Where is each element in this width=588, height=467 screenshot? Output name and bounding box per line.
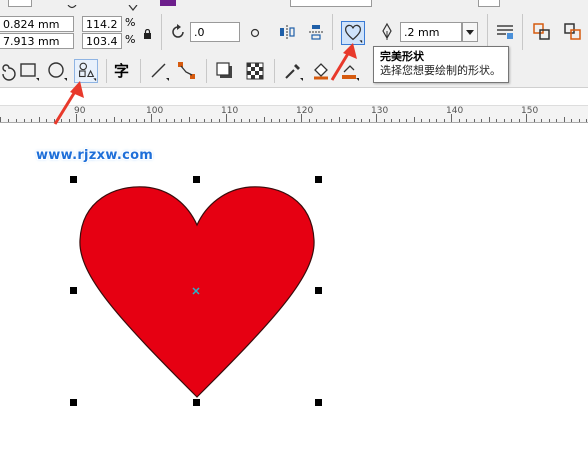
top-clipped-icon[interactable] (66, 0, 78, 9)
scale-x-field[interactable]: 114.2 (82, 16, 122, 32)
separator (161, 14, 162, 50)
scale-y-field[interactable]: 103.4 (82, 33, 122, 49)
ruler-label: 130 (371, 106, 389, 116)
pen-outline-icon (378, 22, 396, 42)
ruler-label: 140 (446, 106, 464, 116)
selection-handle-middle-left[interactable] (70, 287, 77, 294)
rotation-angle-field[interactable]: .0 (190, 22, 240, 42)
top-clipped-button[interactable] (478, 0, 500, 7)
watermark-text: www.rjzxw.com (36, 148, 154, 163)
rectangle-tool-button[interactable] (18, 60, 40, 82)
ruler-label: 110 (221, 106, 239, 116)
dimension-tool-button[interactable] (148, 60, 170, 82)
connector-tool-button[interactable] (176, 60, 198, 82)
wrap-paragraph-text-button[interactable] (494, 21, 516, 43)
scale-y-percent: % (125, 33, 136, 46)
tooltip-title: 完美形状 (380, 50, 424, 63)
rotate-icon (168, 22, 188, 42)
outline-width-dropdown[interactable] (462, 22, 478, 42)
selection-handle-top-left[interactable] (70, 176, 77, 183)
transparency-tool-button[interactable] (244, 60, 266, 82)
top-color-swatch[interactable] (160, 0, 176, 6)
to-front-button[interactable] (531, 21, 553, 43)
top-clipped-field[interactable] (8, 0, 32, 7)
top-clipped-dropdown[interactable] (290, 0, 372, 7)
eyedropper-tool-button[interactable] (282, 60, 304, 82)
ruler-label: 100 (146, 106, 164, 116)
spiral-tool-icon[interactable] (0, 60, 18, 82)
lock-ratio-icon[interactable] (143, 28, 152, 39)
scale-x-percent: % (125, 16, 136, 29)
heart-shape[interactable] (60, 170, 340, 415)
annotation-arrow-left (53, 81, 84, 125)
object-width-field[interactable]: 0.824 mm (0, 16, 74, 32)
perfect-shapes-tooltip: 完美形状 选择您想要绘制的形状。 (373, 46, 509, 83)
degree-icon (250, 27, 260, 38)
object-height-field[interactable]: 7.913 mm (0, 33, 74, 49)
separator (206, 59, 207, 83)
selection-handle-top-right[interactable] (315, 176, 322, 183)
mirror-vertical-button[interactable] (305, 21, 327, 43)
selection-handle-middle-right[interactable] (315, 287, 322, 294)
tooltip-description: 选择您想要绘制的形状。 (380, 64, 501, 77)
separator (487, 14, 488, 50)
to-back-button[interactable] (562, 21, 584, 43)
selection-handle-bottom-right[interactable] (315, 399, 322, 406)
center-marker-icon[interactable] (192, 287, 200, 295)
outline-width-field[interactable]: .2 mm (400, 22, 462, 42)
ruler-label: 150 (521, 106, 539, 116)
selection-handle-top-center[interactable] (193, 176, 200, 183)
selection-handle-bottom-left[interactable] (70, 399, 77, 406)
selection-handle-bottom-center[interactable] (193, 399, 200, 406)
ruler-label: 120 (296, 106, 314, 116)
annotation-arrow-right (330, 43, 357, 81)
separator (140, 59, 141, 83)
top-clipped-icon-2[interactable] (128, 0, 138, 11)
drop-shadow-tool-button[interactable] (214, 60, 236, 82)
separator (522, 14, 523, 50)
mirror-horizontal-button[interactable] (276, 21, 298, 43)
text-tool-button[interactable]: 字 (114, 61, 129, 81)
separator (274, 59, 275, 83)
separator (106, 59, 107, 83)
